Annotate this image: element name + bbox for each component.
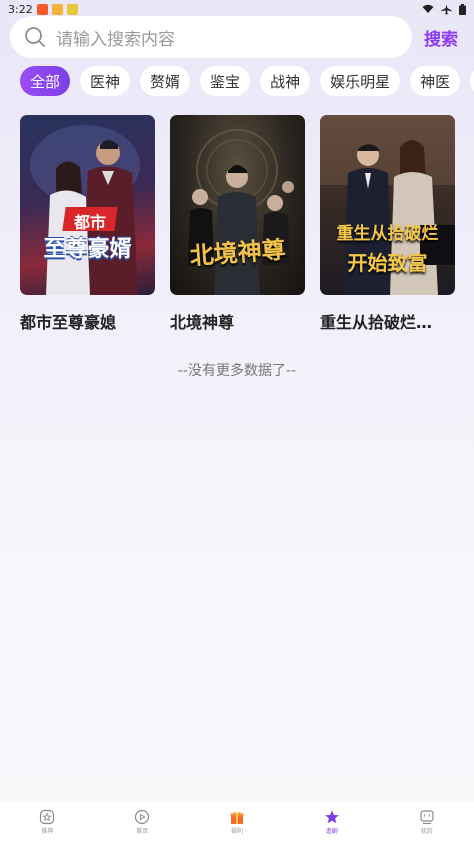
notification-app-icon-2 [51,3,63,15]
nav-label: 我的 [420,828,433,835]
star-circle-icon [40,809,55,825]
status-right [422,3,466,15]
gift-icon [230,811,244,824]
drama-card[interactable]: 重生从拾破烂 开始致富 重生从拾破烂… [320,115,455,333]
category-chip-yule-star[interactable]: 娱乐明星 [320,66,401,96]
nav-label: 推荐 [41,828,54,835]
battery-icon [459,3,466,15]
drama-card[interactable]: 北境神尊 北境神尊 [170,115,305,333]
drama-poster[interactable]: 都市 至尊豪婿 [20,115,155,295]
search-input[interactable]: 请输入搜索内容 [10,16,412,58]
no-more-data-text: --没有更多数据了-- [177,363,297,379]
wifi-icon [422,4,434,13]
poster-title-text: 至尊豪婿 [43,237,132,262]
category-chip-zhuixu[interactable]: 赘婿 [140,66,191,96]
search-button[interactable]: 搜索 [424,25,458,50]
category-chip-jianbao[interactable]: 鉴宝 [200,66,251,96]
notification-app-icon-3 [66,3,78,15]
nav-item-welfare[interactable]: 福利 [190,809,284,835]
play-circle-icon [135,809,150,825]
category-chip-yishen[interactable]: 医神 [80,66,131,96]
poster-title-text: 重生从拾破烂 [336,224,439,244]
poster-badge: 都市 [73,213,106,232]
category-chip-more[interactable]: 重 [470,66,474,96]
nav-label: 福利 [230,828,243,835]
star-icon [324,810,339,824]
drama-title[interactable]: 重生从拾破烂… [320,309,455,333]
search-placeholder: 请输入搜索内容 [56,29,175,50]
poster-title-text-2: 开始致富 [347,251,428,275]
bottom-nav: 推荐 首页 福利 追剧 我的 [0,801,474,843]
nav-item-follow[interactable]: 追剧 [285,809,379,835]
search-icon [25,27,45,47]
nav-item-recommend[interactable]: 推荐 [0,809,94,835]
category-tabs: 全部 医神 赘婿 鉴宝 战神 娱乐明星 神医 重 [20,66,474,96]
nav-item-home[interactable]: 首页 [95,809,189,835]
category-chip-all[interactable]: 全部 [20,66,71,96]
airplane-icon [441,3,452,15]
chat-box-icon [419,810,434,825]
status-time: 3:22 [8,2,33,16]
nav-item-mine[interactable]: 我的 [380,809,474,835]
nav-label: 首页 [136,828,149,835]
drama-poster[interactable]: 重生从拾破烂 开始致富 [320,115,455,295]
drama-poster[interactable]: 北境神尊 [170,115,305,295]
status-left: 3:22 [8,3,78,16]
nav-label: 追剧 [325,828,338,835]
category-chip-zhanshen[interactable]: 战神 [260,66,311,96]
drama-title[interactable]: 北境神尊 [170,309,305,333]
notification-app-icon-1 [36,3,48,15]
drama-card[interactable]: 都市 至尊豪婿 都市至尊豪媳 [20,115,155,333]
search-row: 请输入搜索内容 搜索 [10,16,470,58]
category-chip-shenyi[interactable]: 神医 [410,66,461,96]
drama-grid: 都市 至尊豪婿 都市至尊豪媳 北境神尊 北境神尊 重生从拾破烂 开始致富 重生从… [20,115,460,333]
drama-title[interactable]: 都市至尊豪媳 [20,309,155,333]
poster-figures [30,125,140,295]
